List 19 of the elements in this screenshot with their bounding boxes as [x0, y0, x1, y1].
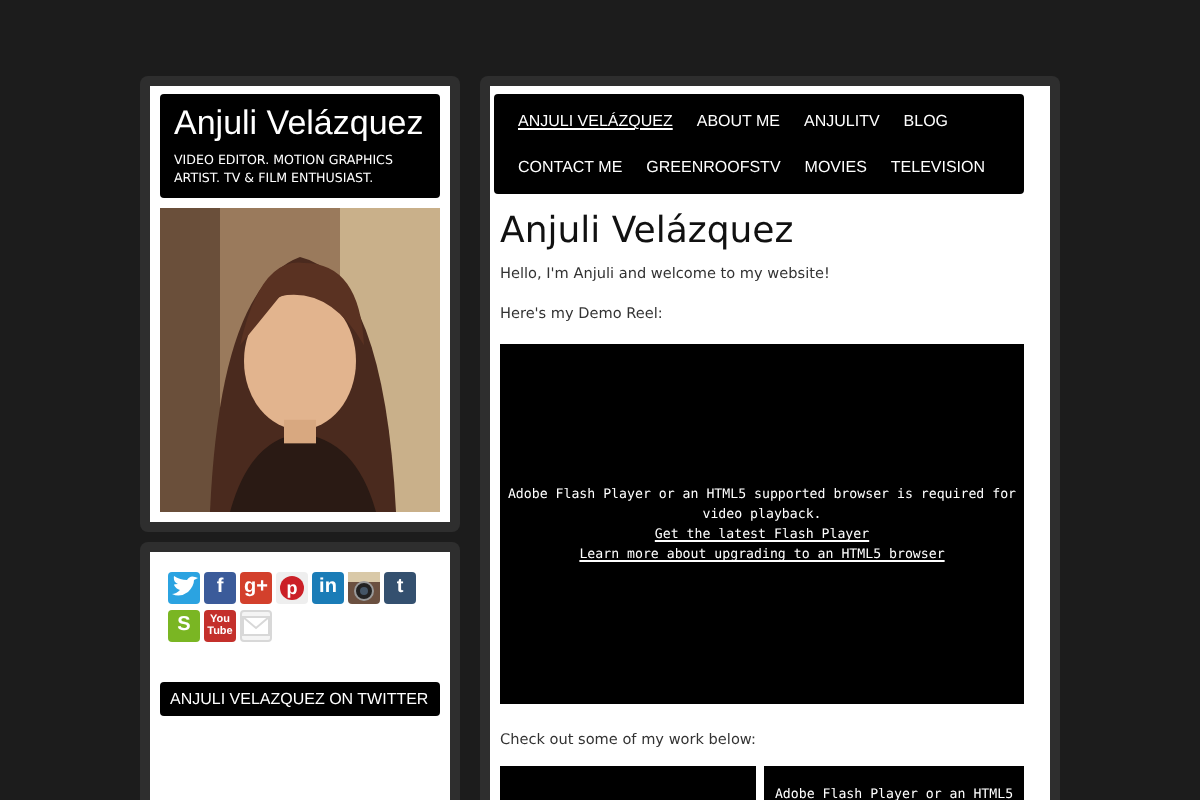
bird-icon[interactable]: [168, 572, 200, 604]
nav-link[interactable]: MOVIES: [792, 144, 879, 190]
nav-link[interactable]: GREENROOFSTV: [634, 144, 793, 190]
nav-link[interactable]: ANJULITV: [792, 98, 892, 144]
social-icon[interactable]: t: [384, 572, 416, 604]
mail-icon[interactable]: [240, 610, 272, 642]
social-icon[interactable]: p: [276, 572, 308, 604]
social-icon[interactable]: g+: [240, 572, 272, 604]
social-icon[interactable]: f: [204, 572, 236, 604]
nav-link[interactable]: ABOUT ME: [684, 98, 792, 144]
nav-link[interactable]: TELEVISION: [878, 144, 998, 190]
social-icon[interactable]: in: [312, 572, 344, 604]
twitter-heading: ANJULI VELAZQUEZ ON TWITTER: [160, 682, 440, 716]
page-title: Anjuli Velázquez: [500, 210, 796, 252]
nav-link[interactable]: BLOG: [891, 98, 961, 144]
nav-link[interactable]: ANJULI VELÁZQUEZ: [506, 98, 685, 144]
site-title[interactable]: Anjuli Velázquez: [174, 102, 426, 146]
nav-link[interactable]: CONTACT ME: [506, 144, 635, 190]
camera-icon[interactable]: [348, 572, 380, 604]
